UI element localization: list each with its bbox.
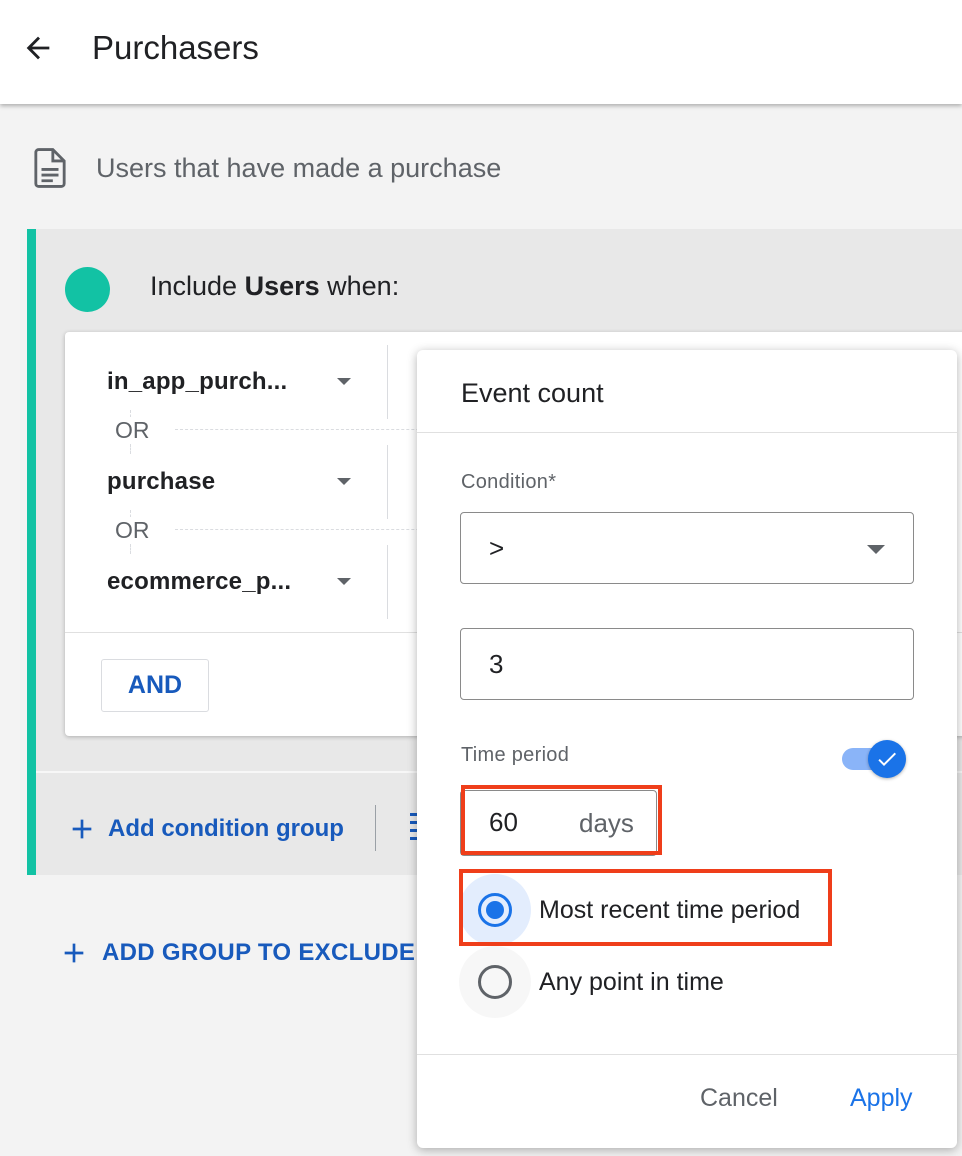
add-group-to-exclude-button[interactable]: ADD GROUP TO EXCLUDE — [58, 933, 415, 973]
event-select-3[interactable]: ecommerce_p... — [107, 557, 367, 607]
event-name: in_app_purch... — [107, 368, 288, 395]
include-users-label: Include Users when: — [150, 271, 400, 301]
caret-down-icon — [337, 478, 351, 485]
time-period-toggle[interactable] — [842, 740, 908, 780]
caret-down-icon — [337, 378, 351, 385]
group-indicator-dot — [65, 267, 110, 312]
radio-button-unchecked[interactable] — [478, 965, 512, 999]
or-connector — [130, 544, 131, 554]
plus-icon — [72, 819, 92, 839]
event-name: purchase — [107, 468, 216, 495]
divider — [417, 1054, 957, 1055]
divider — [375, 805, 376, 851]
condition-value: > — [489, 533, 505, 563]
or-connector — [130, 444, 131, 454]
highlight-box-days — [461, 785, 662, 855]
radio-label: Any point in time — [539, 967, 724, 996]
divider — [387, 545, 388, 619]
add-condition-group-label: Add condition group — [108, 815, 344, 842]
caret-down-icon — [867, 545, 885, 554]
caret-down-icon — [337, 578, 351, 585]
audience-description: Users that have made a purchase — [96, 152, 502, 183]
or-label: OR — [113, 417, 152, 444]
arrow-back-icon — [26, 36, 50, 60]
condition-label: Condition* — [461, 471, 557, 493]
app-header: Purchasers — [0, 0, 962, 104]
check-icon — [878, 752, 896, 766]
popup-title: Event count — [461, 378, 604, 408]
description-row: Users that have made a purchase — [30, 146, 501, 190]
highlight-box-most-recent — [459, 869, 832, 946]
cancel-button[interactable]: Cancel — [700, 1084, 778, 1113]
event-count-popup: Event count Condition* > Time period 60 … — [417, 350, 957, 1148]
radio-any-point[interactable]: Any point in time — [459, 946, 724, 1018]
plus-icon — [64, 943, 84, 963]
event-count-input[interactable] — [460, 628, 914, 700]
document-icon — [30, 146, 70, 190]
and-button[interactable]: AND — [101, 659, 209, 712]
divider — [387, 445, 388, 519]
back-button[interactable] — [18, 28, 58, 68]
add-group-to-exclude-label: ADD GROUP TO EXCLUDE — [102, 939, 416, 966]
toggle-knob — [868, 740, 906, 778]
include-subject: Users — [244, 271, 320, 301]
divider — [417, 432, 957, 433]
event-name: ecommerce_p... — [107, 568, 292, 595]
page-title: Purchasers — [92, 29, 259, 66]
event-select-2[interactable]: purchase — [107, 457, 367, 507]
add-condition-group-button[interactable]: Add condition group — [66, 809, 344, 849]
time-period-label: Time period — [461, 744, 570, 766]
divider — [387, 345, 388, 419]
or-label: OR — [113, 517, 152, 544]
condition-select[interactable]: > — [460, 512, 914, 584]
event-select-1[interactable]: in_app_purch... — [107, 357, 367, 407]
radio-halo — [459, 946, 531, 1018]
apply-button[interactable]: Apply — [850, 1084, 913, 1113]
